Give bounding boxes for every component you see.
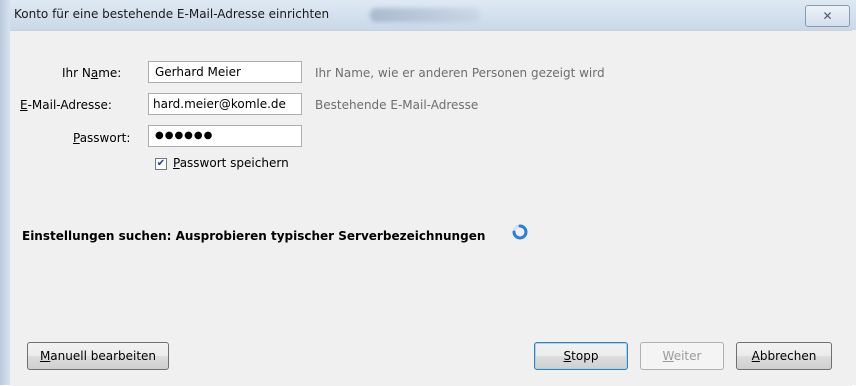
email-input[interactable]: hard.meier@komle.de [148,93,302,115]
title-bar: Konto für eine bestehende E-Mail-Adresse… [10,0,856,30]
status-text: Einstellungen suchen: Ausprobieren typis… [22,229,486,243]
password-input[interactable]: ●●●●●● [148,125,302,147]
close-icon: ✕ [822,9,833,23]
account-setup-dialog: Konto für eine bestehende E-Mail-Adresse… [0,0,856,386]
dialog-content: Ihr Name: Gerhard Meier Ihr Name, wie er… [10,30,852,386]
manual-edit-button[interactable]: Manuell bearbeiten [27,342,169,370]
blurred-title-region [370,8,480,22]
window-frame [0,0,10,385]
name-label: Ihr Name: [62,66,122,80]
close-button[interactable]: ✕ [805,5,850,27]
name-hint: Ihr Name, wie er anderen Personen gezeig… [315,66,605,80]
window-title: Konto für eine bestehende E-Mail-Adresse… [14,7,330,21]
email-hint: Bestehende E-Mail-Adresse [315,98,479,112]
email-label: E-Mail-Adresse: [20,98,112,112]
name-input[interactable]: Gerhard Meier [148,61,302,83]
checkbox-checked-icon: ✔ [156,158,166,169]
next-button[interactable]: Weiter [640,342,724,370]
stop-button[interactable]: Stopp [534,342,628,370]
remember-password-label[interactable]: Passwort speichern [173,156,289,170]
password-label: Passwort: [73,131,131,145]
cancel-button[interactable]: Abbrechen [736,342,832,370]
loading-spinner-icon [512,224,528,240]
remember-password-checkbox[interactable]: ✔ [155,158,167,170]
